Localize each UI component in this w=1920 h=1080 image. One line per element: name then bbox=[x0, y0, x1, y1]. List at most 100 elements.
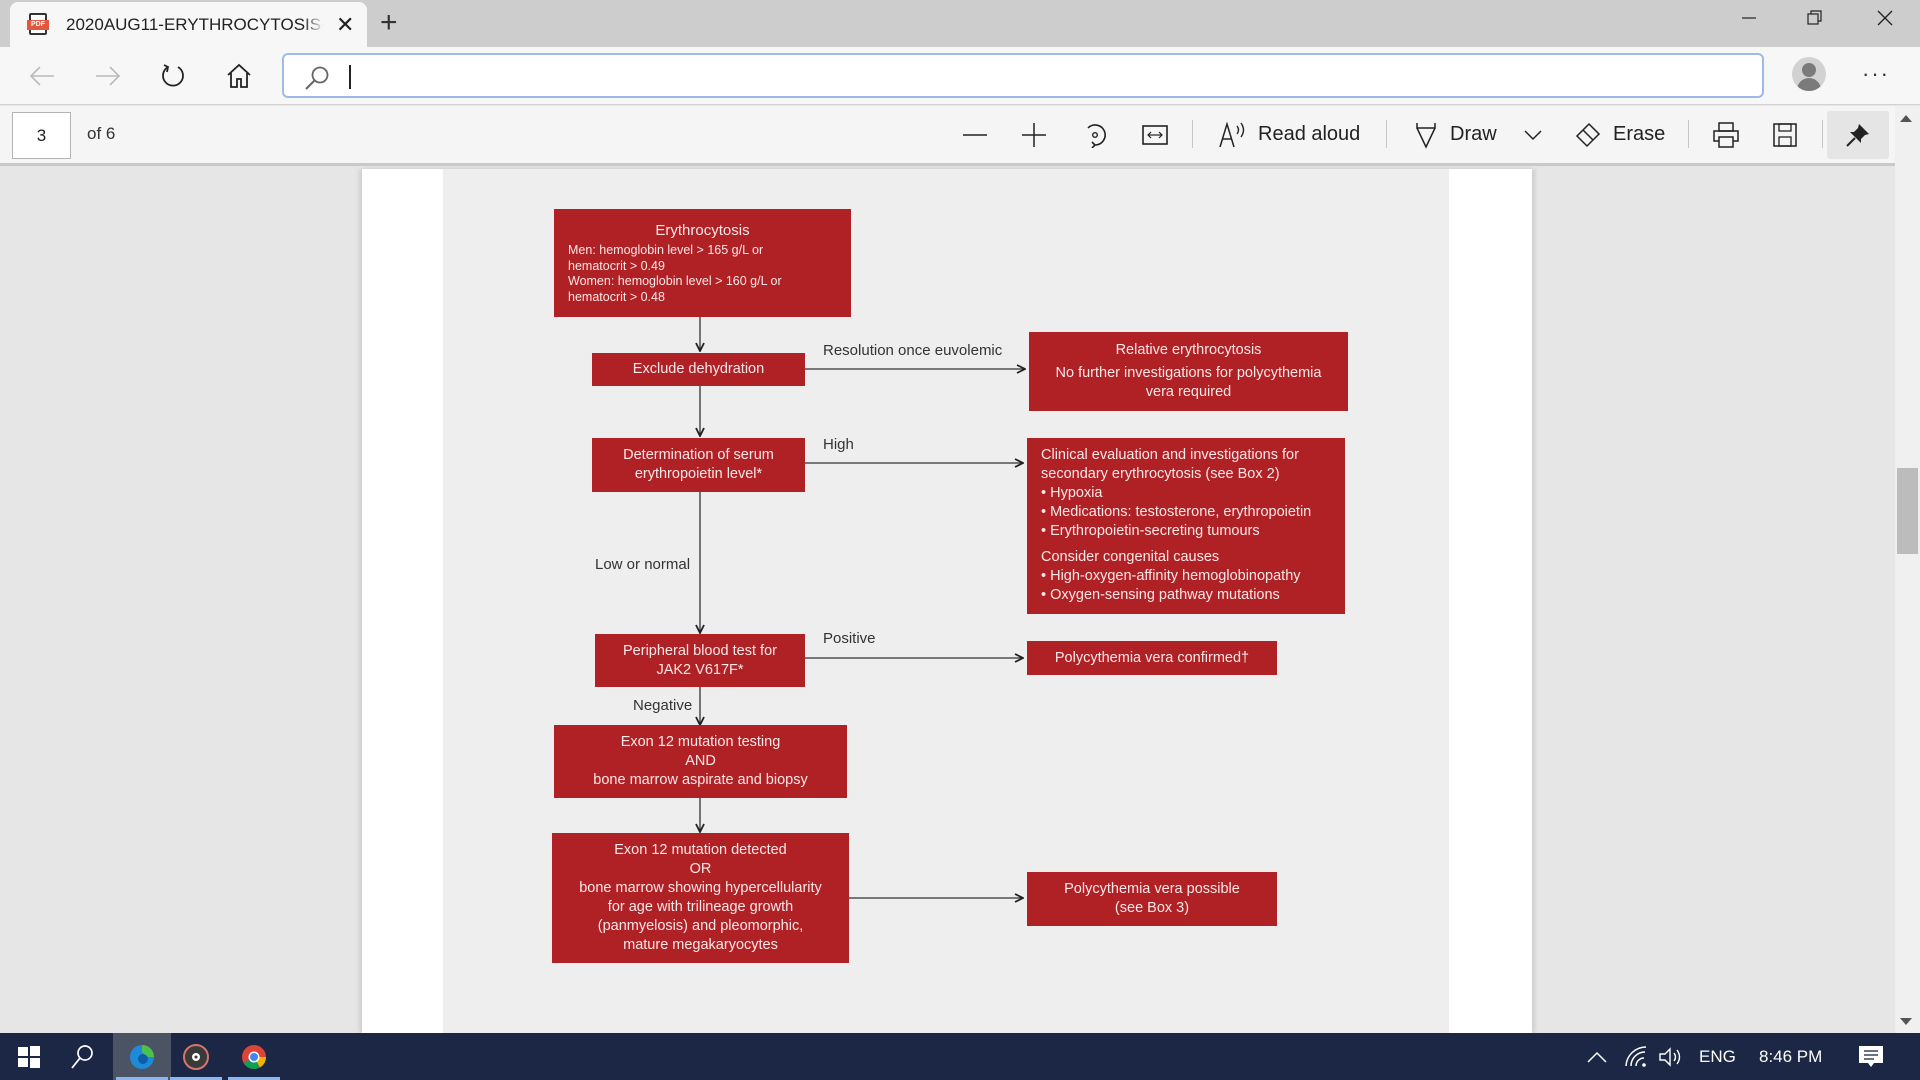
toolbar-divider bbox=[1386, 120, 1387, 148]
exon12-detected-box: Exon 12 mutation detected OR bone marrow… bbox=[552, 833, 849, 963]
tab-close-icon[interactable]: ✕ bbox=[336, 12, 354, 38]
erase-label: Erase bbox=[1613, 123, 1666, 145]
print-button[interactable] bbox=[1713, 106, 1739, 163]
back-arrow-icon bbox=[29, 66, 54, 86]
detected-line: (panmyelosis) and pleomorphic, bbox=[597, 918, 804, 934]
save-button[interactable] bbox=[1773, 106, 1797, 163]
taskbar-edge[interactable] bbox=[113, 1033, 171, 1080]
home-button[interactable] bbox=[219, 47, 259, 105]
scroll-up-arrow-icon[interactable] bbox=[1900, 115, 1912, 122]
criteria-line: Women: hemoglobin level > 160 g/L or bbox=[568, 274, 782, 288]
address-bar[interactable] bbox=[282, 53, 1764, 98]
restore-icon bbox=[1807, 10, 1822, 25]
taskbar-media-player[interactable] bbox=[167, 1033, 225, 1080]
epo-line: erythropoietin level* bbox=[634, 466, 763, 482]
scroll-down-arrow-icon[interactable] bbox=[1900, 1018, 1912, 1025]
read-aloud-label: Read aloud bbox=[1258, 123, 1361, 145]
pv-possible-box: Polycythemia vera possible (see Box 3) bbox=[1027, 872, 1277, 926]
read-aloud-icon bbox=[1219, 121, 1245, 147]
back-button[interactable] bbox=[22, 47, 62, 105]
volume-button[interactable] bbox=[1658, 1033, 1684, 1080]
more-options-icon[interactable]: ··· bbox=[1862, 61, 1890, 87]
draw-button[interactable]: Draw bbox=[1414, 106, 1497, 163]
resolution-label: Resolution once euvolemic bbox=[823, 342, 1003, 359]
relative-title: Relative erythrocytosis bbox=[1115, 342, 1262, 358]
erase-button[interactable]: Erase bbox=[1575, 106, 1665, 163]
congenital-bullet: • Oxygen-sensing pathway mutations bbox=[1041, 587, 1280, 603]
vertical-scrollbar[interactable] bbox=[1895, 106, 1920, 1033]
network-button[interactable] bbox=[1624, 1033, 1648, 1080]
fit-width-button[interactable] bbox=[1142, 106, 1168, 163]
taskbar-chrome[interactable] bbox=[225, 1033, 283, 1080]
windows-logo-icon bbox=[18, 1045, 40, 1068]
jak2-line: JAK2 V617F* bbox=[656, 661, 744, 678]
save-disk-icon bbox=[1773, 122, 1797, 147]
forward-arrow-icon bbox=[96, 66, 121, 86]
rotate-button[interactable] bbox=[1082, 106, 1108, 163]
profile-avatar[interactable] bbox=[1792, 57, 1826, 91]
chrome-browser-icon bbox=[242, 1044, 266, 1069]
detected-line: mature megakaryocytes bbox=[623, 937, 778, 953]
exon-test-line: AND bbox=[685, 753, 716, 769]
start-button[interactable] bbox=[0, 1033, 58, 1080]
browser-tab[interactable]: PDF 2020AUG11-ERYTHROCYTOSIS-E ✕ bbox=[10, 2, 367, 48]
chevron-up-icon bbox=[1587, 1051, 1607, 1063]
zoom-out-button[interactable] bbox=[962, 106, 988, 163]
speaker-icon bbox=[1659, 1046, 1681, 1067]
secondary-line: secondary erythrocytosis (see Box 2) bbox=[1041, 466, 1280, 482]
minus-icon bbox=[963, 133, 987, 136]
home-icon bbox=[227, 63, 251, 88]
relative-line: vera required bbox=[1145, 384, 1232, 400]
pdf-viewer-area: Erythrocytosis Men: hemoglobin level > 1… bbox=[0, 169, 1895, 1033]
search-icon bbox=[305, 66, 329, 90]
epo-line: Determination of serum bbox=[623, 447, 774, 463]
jak2-test-box: Peripheral blood test for JAK2 V617F* bbox=[595, 634, 805, 687]
language-indicator[interactable]: ENG bbox=[1699, 1033, 1736, 1080]
pv-confirmed-box: Polycythemia vera confirmed† bbox=[1027, 641, 1277, 675]
erythrocytosis-title: Erythrocytosis bbox=[655, 222, 750, 239]
criteria-line: Men: hemoglobin level > 165 g/L or bbox=[568, 243, 764, 257]
new-tab-button[interactable]: + bbox=[380, 6, 398, 40]
forward-button[interactable] bbox=[88, 47, 128, 105]
address-input[interactable] bbox=[346, 63, 1746, 89]
draw-label: Draw bbox=[1450, 123, 1497, 145]
wifi-icon bbox=[1625, 1045, 1647, 1067]
refresh-icon bbox=[162, 64, 184, 87]
read-aloud-button[interactable]: Read aloud bbox=[1218, 106, 1360, 163]
high-label: High bbox=[823, 436, 854, 453]
pin-toolbar-button[interactable] bbox=[1827, 111, 1889, 159]
zoom-in-button[interactable] bbox=[1021, 106, 1047, 163]
toolbar-divider bbox=[1688, 120, 1689, 148]
detected-line: Exon 12 mutation detected bbox=[614, 842, 787, 858]
possible-line: (see Box 3) bbox=[1114, 900, 1190, 916]
show-hidden-icons-button[interactable] bbox=[1587, 1033, 1607, 1080]
taskbar-search-button[interactable] bbox=[53, 1033, 111, 1080]
minimize-button[interactable] bbox=[1719, 0, 1779, 36]
draw-pen-icon bbox=[1416, 122, 1436, 149]
exclude-dehydration-box: Exclude dehydration bbox=[592, 353, 805, 386]
draw-options-dropdown[interactable] bbox=[1524, 106, 1542, 163]
eraser-icon bbox=[1575, 122, 1601, 147]
exon-test-line: Exon 12 mutation testing bbox=[620, 734, 781, 750]
relative-line: No further investigations for polycythem… bbox=[1055, 365, 1322, 381]
action-center-button[interactable] bbox=[1858, 1033, 1884, 1080]
toolbar-divider bbox=[1192, 120, 1193, 148]
refresh-button[interactable] bbox=[153, 47, 193, 105]
taskbar: ENG 8:46 PM bbox=[0, 1033, 1920, 1080]
pv-confirmed-text: Polycythemia vera confirmed† bbox=[1054, 649, 1250, 666]
detected-line: bone marrow showing hypercellularity bbox=[579, 880, 822, 896]
close-window-button[interactable] bbox=[1855, 0, 1915, 36]
exon12-testing-box: Exon 12 mutation testing AND bone marrow… bbox=[554, 725, 847, 798]
restore-button[interactable] bbox=[1785, 0, 1845, 36]
scrollbar-thumb[interactable] bbox=[1897, 468, 1918, 554]
erythrocytosis-box: Erythrocytosis Men: hemoglobin level > 1… bbox=[554, 209, 851, 317]
pdf-toolbar: 3 of 6 Read aloud Draw Erase bbox=[0, 106, 1895, 166]
low-or-normal-label: Low or normal bbox=[595, 556, 691, 573]
fit-width-icon bbox=[1142, 124, 1168, 145]
serum-epo-box: Determination of serum erythropoietin le… bbox=[592, 438, 805, 492]
page-number-input[interactable]: 3 bbox=[12, 112, 71, 159]
clock[interactable]: 8:46 PM bbox=[1759, 1033, 1822, 1080]
rotate-icon bbox=[1087, 123, 1106, 148]
media-player-icon bbox=[183, 1043, 209, 1070]
printer-icon bbox=[1713, 121, 1739, 148]
